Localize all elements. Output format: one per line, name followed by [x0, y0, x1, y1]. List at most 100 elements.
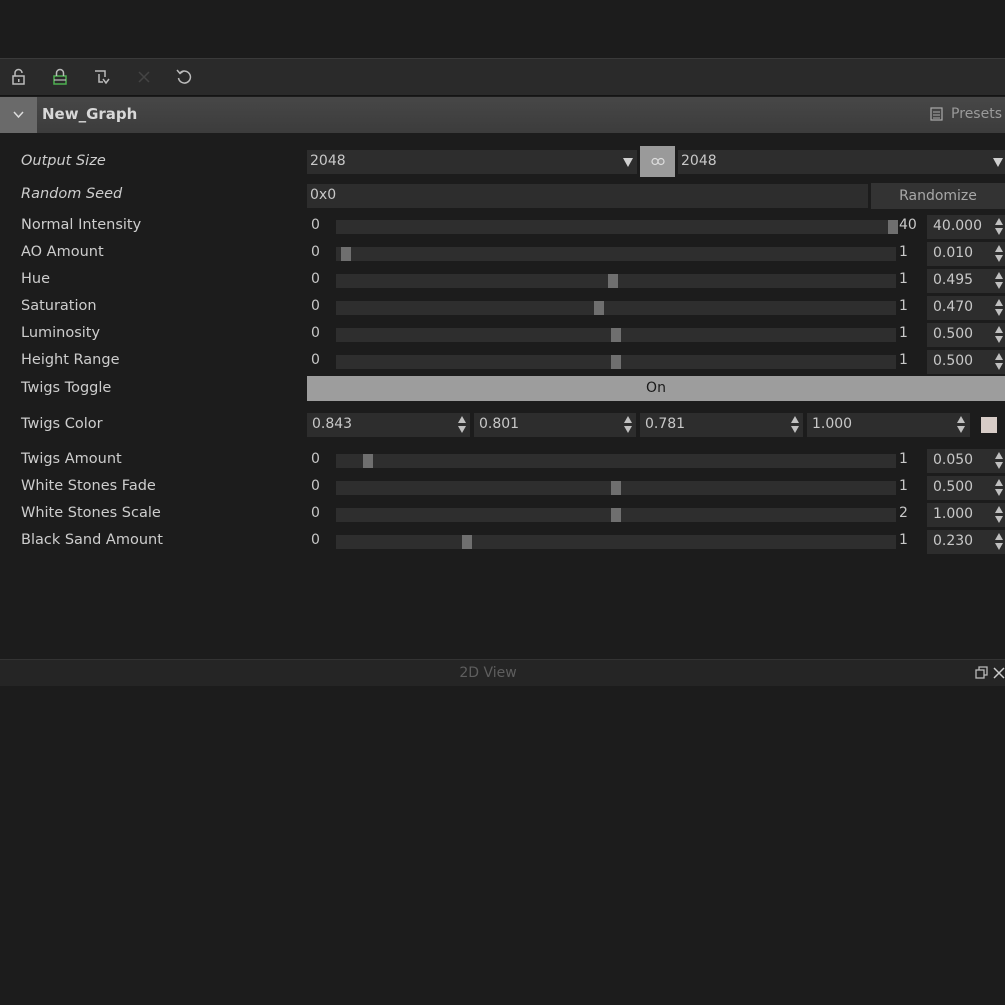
slider-handle[interactable]: [611, 508, 621, 522]
black-sand-amount-label: Black Sand Amount: [21, 532, 163, 548]
spin-arrows-icon[interactable]: [995, 479, 1004, 497]
random-seed-label: Random Seed: [21, 186, 123, 202]
graph-title: New_Graph: [42, 105, 138, 123]
presets-button[interactable]: Presets: [930, 106, 1002, 122]
twigs-color-a-value: 1.000: [812, 416, 853, 432]
normal-intensity-value: 40.000: [933, 218, 982, 234]
link-node-icon[interactable]: [93, 68, 111, 86]
slider-handle[interactable]: [341, 247, 352, 261]
randomize-button[interactable]: Randomize: [871, 183, 1005, 209]
normal-intensity-slider[interactable]: [336, 220, 899, 234]
white-stones-scale-value-field[interactable]: 1.000: [927, 503, 1005, 527]
ao-amount-label: AO Amount: [21, 244, 104, 260]
random-seed-input[interactable]: 0x0: [307, 184, 868, 208]
twigs-amount-max: 1: [899, 451, 908, 467]
spin-arrows-icon[interactable]: [995, 245, 1004, 263]
slider-handle[interactable]: [608, 274, 619, 288]
black-sand-amount-value: 0.230: [933, 533, 974, 549]
spin-arrows-icon[interactable]: [995, 353, 1004, 371]
saturation-slider[interactable]: [336, 301, 896, 315]
twigs-color-g-value: 0.801: [479, 416, 520, 432]
normal-intensity-value-field[interactable]: 40.000: [927, 215, 1005, 239]
slider-handle[interactable]: [611, 355, 621, 369]
slider-handle[interactable]: [594, 301, 605, 315]
luminosity-max: 1: [899, 325, 908, 341]
link-size-button[interactable]: [640, 146, 675, 177]
luminosity-value-field[interactable]: 0.500: [927, 323, 1005, 347]
luminosity-min: 0: [311, 325, 320, 341]
undo-icon[interactable]: [175, 68, 193, 86]
normal-intensity-label: Normal Intensity: [21, 217, 142, 233]
white-stones-fade-slider[interactable]: [336, 481, 896, 495]
height-range-value: 0.500: [933, 353, 974, 369]
spin-arrows-icon[interactable]: [995, 452, 1004, 470]
height-range-slider[interactable]: [336, 355, 896, 369]
slider-handle[interactable]: [888, 220, 899, 234]
black-sand-amount-value-field[interactable]: 0.230: [927, 530, 1005, 554]
unlock-icon[interactable]: [10, 68, 28, 86]
output-size-height-dropdown[interactable]: 2048: [678, 150, 1005, 174]
hue-max: 1: [899, 271, 908, 287]
slider-handle[interactable]: [611, 481, 621, 495]
slider-handle[interactable]: [611, 328, 621, 342]
white-stones-scale-min: 0: [311, 505, 320, 521]
saturation-value-field[interactable]: 0.470: [927, 296, 1005, 320]
spin-arrows-icon[interactable]: [995, 299, 1004, 317]
ao-amount-value-field[interactable]: 0.010: [927, 242, 1005, 266]
presets-label: Presets: [951, 106, 1002, 122]
twigs-color-swatch[interactable]: [981, 417, 997, 433]
saturation-max: 1: [899, 298, 908, 314]
hue-value: 0.495: [933, 272, 974, 288]
float-window-icon[interactable]: [975, 666, 989, 680]
toolbar: [0, 58, 1005, 96]
lock-icon[interactable]: [51, 68, 69, 86]
white-stones-scale-slider[interactable]: [336, 508, 896, 522]
twigs-color-label: Twigs Color: [21, 416, 103, 432]
spin-arrows-icon[interactable]: [995, 218, 1004, 236]
twigs-color-g-field[interactable]: 0.801: [474, 413, 636, 437]
twigs-color-b-field[interactable]: 0.781: [640, 413, 803, 437]
slider-handle[interactable]: [462, 535, 473, 549]
ao-amount-min: 0: [311, 244, 320, 260]
output-size-width-value: 2048: [310, 153, 346, 169]
close-icon[interactable]: [993, 667, 1005, 679]
saturation-min: 0: [311, 298, 320, 314]
luminosity-label: Luminosity: [21, 325, 101, 341]
output-size-width-dropdown[interactable]: 2048: [307, 150, 637, 174]
hue-min: 0: [311, 271, 320, 287]
spin-arrows-icon[interactable]: [791, 416, 800, 434]
twigs-color-r-field[interactable]: 0.843: [307, 413, 470, 437]
spin-arrows-icon[interactable]: [624, 416, 633, 434]
saturation-value: 0.470: [933, 299, 974, 315]
black-sand-amount-min: 0: [311, 532, 320, 548]
white-stones-fade-value-field[interactable]: 0.500: [927, 476, 1005, 500]
spin-arrows-icon[interactable]: [957, 416, 966, 434]
chain-link-icon: [651, 157, 665, 166]
twigs-toggle-button[interactable]: On: [307, 376, 1005, 401]
view-canvas[interactable]: [0, 686, 1005, 1005]
spin-arrows-icon[interactable]: [458, 416, 467, 434]
hue-label: Hue: [21, 271, 51, 287]
twigs-amount-slider[interactable]: [336, 454, 896, 468]
spin-arrows-icon[interactable]: [995, 272, 1004, 290]
height-range-value-field[interactable]: 0.500: [927, 350, 1005, 374]
white-stones-scale-value: 1.000: [933, 506, 974, 522]
twigs-amount-value-field[interactable]: 0.050: [927, 449, 1005, 473]
disabled-icon: [135, 68, 153, 86]
hue-slider[interactable]: [336, 274, 896, 288]
spin-arrows-icon[interactable]: [995, 533, 1004, 551]
twigs-color-r-value: 0.843: [312, 416, 353, 432]
slider-handle[interactable]: [362, 454, 373, 468]
twigs-color-a-field[interactable]: 1.000: [807, 413, 970, 437]
ao-amount-slider[interactable]: [336, 247, 896, 261]
twigs-amount-label: Twigs Amount: [21, 451, 122, 467]
height-range-label: Height Range: [21, 352, 120, 368]
view-title: 2D View: [459, 665, 517, 681]
luminosity-slider[interactable]: [336, 328, 896, 342]
hue-value-field[interactable]: 0.495: [927, 269, 1005, 293]
collapse-button[interactable]: [0, 97, 37, 133]
spin-arrows-icon[interactable]: [995, 326, 1004, 344]
white-stones-scale-max: 2: [899, 505, 908, 521]
spin-arrows-icon[interactable]: [995, 506, 1004, 524]
black-sand-amount-slider[interactable]: [336, 535, 896, 549]
